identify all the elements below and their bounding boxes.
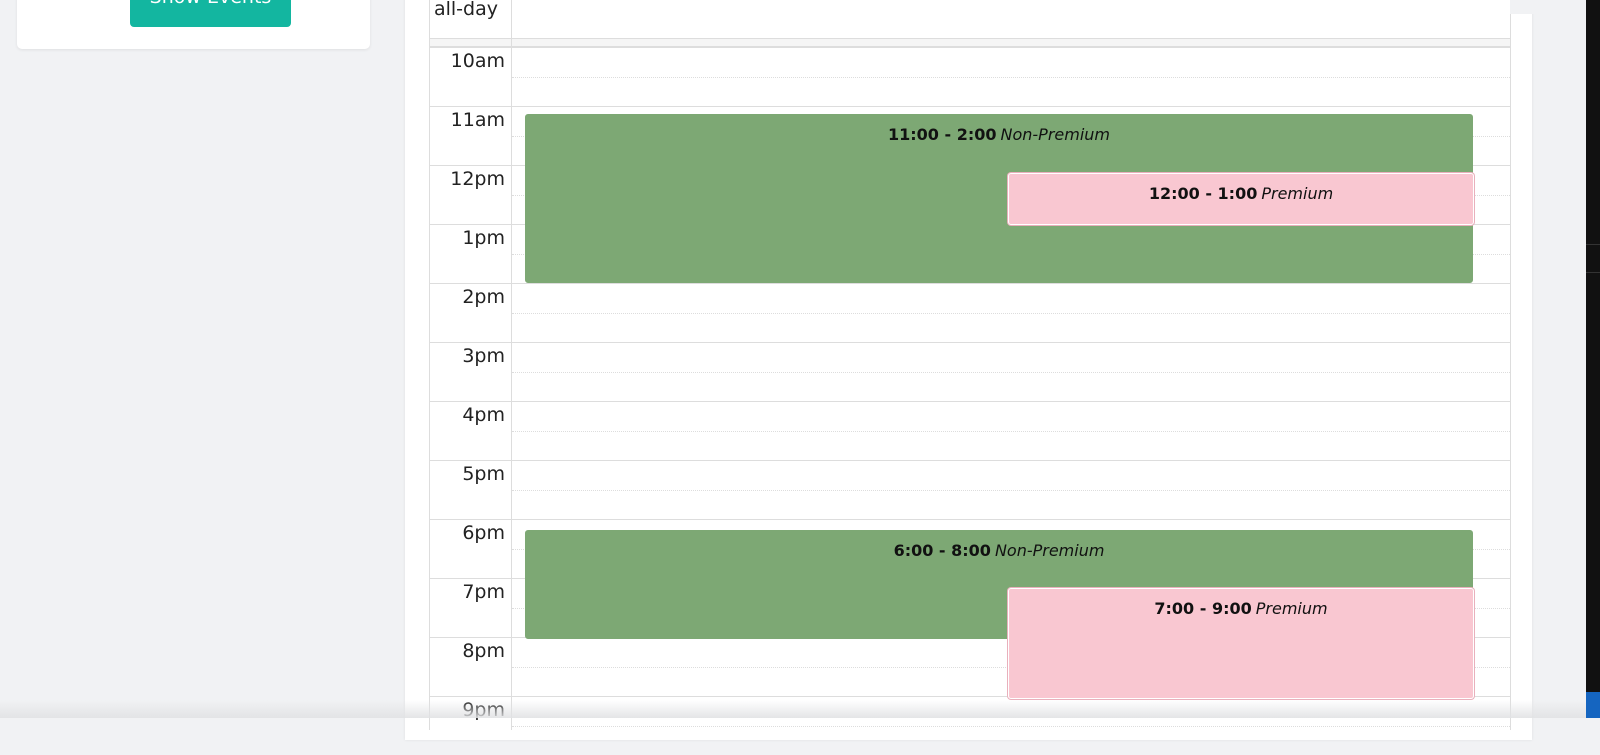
event-title: Premium (1261, 184, 1334, 203)
hour-label: 7pm (462, 581, 505, 603)
allday-row[interactable]: all-day (430, 0, 1510, 39)
event-time: 11:00 - 2:00 (887, 125, 997, 144)
hour-label: 3pm (462, 345, 505, 367)
strip-line (1586, 244, 1600, 245)
hour-label: 12pm (450, 168, 505, 190)
event-time: 7:00 - 9:00 (1154, 599, 1252, 618)
event-time: 6:00 - 8:00 (893, 541, 991, 560)
filter-card: Show Events (17, 0, 370, 49)
show-events-button[interactable]: Show Events (130, 0, 291, 27)
event-title: Non-Premium (994, 541, 1105, 560)
hour-row-3pm[interactable]: 3pm (430, 342, 1510, 401)
allday-divider (430, 39, 1510, 47)
hour-row-4pm[interactable]: 4pm (430, 401, 1510, 460)
half-hour-line (512, 490, 1510, 491)
day-calendar: all-day 10am 11am 12pm 1pm 2pm 3pm 4pm 5… (429, 0, 1511, 730)
half-hour-line (512, 726, 1510, 727)
hour-label: 11am (450, 109, 505, 131)
hour-label: 6pm (462, 522, 505, 544)
event-time: 12:00 - 1:00 (1148, 184, 1258, 203)
event-premium-evening[interactable]: 7:00 - 9:00 Premium (1008, 588, 1474, 699)
half-hour-line (512, 372, 1510, 373)
time-axis-divider (511, 0, 512, 730)
panel-corner (1510, 0, 1586, 14)
hour-label: 4pm (462, 404, 505, 426)
hour-label: 5pm (462, 463, 505, 485)
hour-row-2pm[interactable]: 2pm (430, 283, 1510, 342)
hour-label: 10am (450, 50, 505, 72)
hour-label: 1pm (462, 227, 505, 249)
event-premium-noon[interactable]: 12:00 - 1:00 Premium (1008, 173, 1474, 225)
hour-row-10am[interactable]: 10am (430, 47, 1510, 106)
hour-row-5pm[interactable]: 5pm (430, 460, 1510, 519)
hour-label: 8pm (462, 640, 505, 662)
hour-label: 2pm (462, 286, 505, 308)
half-hour-line (512, 431, 1510, 432)
side-blue-tab[interactable] (1586, 692, 1600, 718)
event-title: Premium (1255, 599, 1328, 618)
half-hour-line (512, 77, 1510, 78)
event-title: Non-Premium (1000, 125, 1111, 144)
strip-line (1586, 272, 1600, 273)
bottom-shadow (0, 700, 1586, 718)
side-dark-strip (1586, 0, 1600, 718)
half-hour-line (512, 313, 1510, 314)
